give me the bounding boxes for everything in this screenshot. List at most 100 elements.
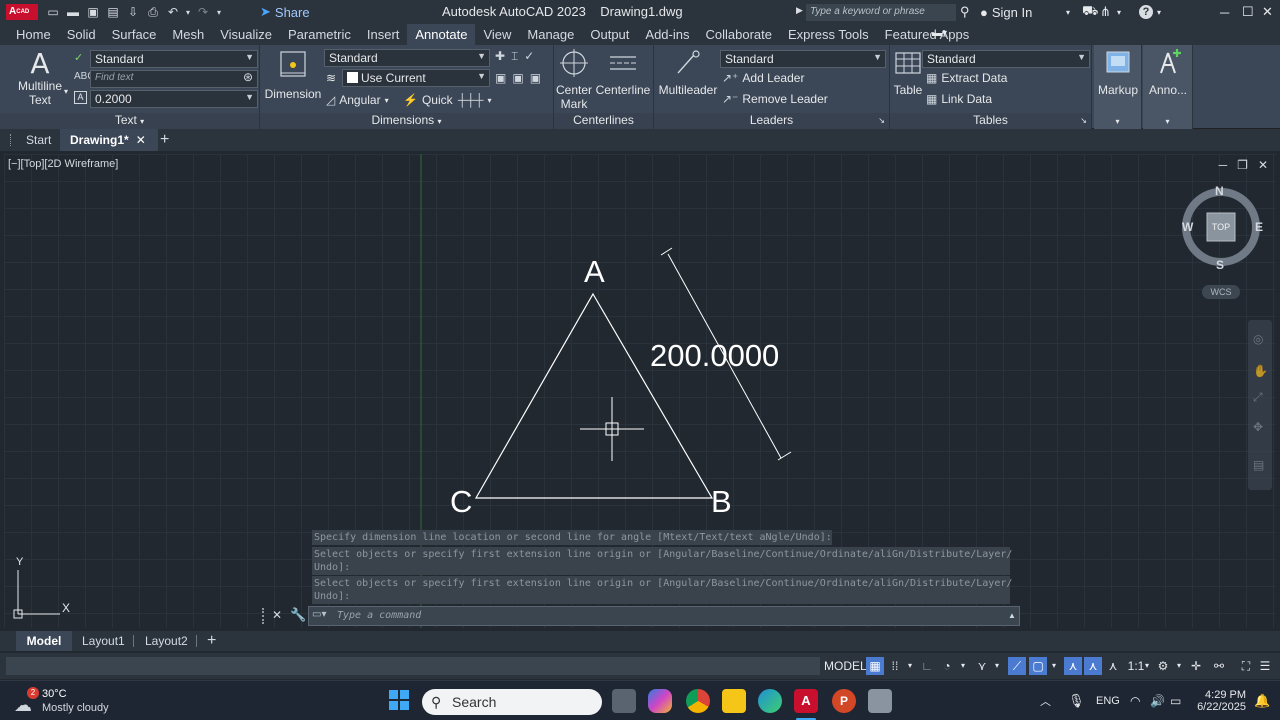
minimize-icon[interactable]: ─ <box>1220 3 1229 21</box>
clean-screen-icon[interactable]: ⛶ <box>1238 657 1254 675</box>
showmotion-icon[interactable]: ▤ <box>1253 458 1264 472</box>
link-data-button[interactable]: ▦ Link Data <box>926 92 992 106</box>
polar-dropdown-icon[interactable]: ▾ <box>958 657 968 675</box>
maximize-icon[interactable]: ☐ <box>1242 3 1254 21</box>
language-indicator[interactable]: ENG <box>1096 681 1120 720</box>
scale-dropdown-icon[interactable]: ▾ <box>1142 657 1152 675</box>
wcs-menu[interactable]: WCS <box>1202 285 1240 299</box>
tab-surface[interactable]: Surface <box>104 24 165 45</box>
zoom-extents-icon[interactable]: ⤢ <box>1253 390 1263 405</box>
save-icon[interactable]: ▣ <box>84 3 102 21</box>
compass-west[interactable]: W <box>1182 220 1193 234</box>
viewcube[interactable]: TOP N S W E <box>1180 184 1263 272</box>
undo-dropdown-icon[interactable]: ▾ <box>184 3 192 21</box>
text-height-select[interactable]: 0.2000 ▼ <box>90 90 258 108</box>
snap-mode-icon[interactable]: ⁞⁞ <box>888 657 902 675</box>
tab-featured-apps[interactable]: Featured Apps <box>877 24 978 45</box>
workspace-dropdown-icon[interactable]: ▾ <box>1174 657 1184 675</box>
continue-dimension-button[interactable]: ┼┼┼ ▾ <box>458 93 492 107</box>
multiline-text-dropdown-icon[interactable]: ▾ <box>64 87 68 96</box>
multileader-style-select[interactable]: Standard ▼ <box>720 50 886 68</box>
dimension-text[interactable]: 200.0000 <box>650 338 779 374</box>
new-file-icon[interactable]: ▭ <box>44 3 62 21</box>
edge-icon[interactable] <box>758 689 782 713</box>
steering-wheel-icon[interactable]: ◎ <box>1253 332 1263 346</box>
web-open-icon[interactable]: ⇩ <box>124 3 142 21</box>
app-dropdown-icon[interactable]: ▾ <box>1117 3 1121 21</box>
snap-dropdown-icon[interactable]: ▾ <box>905 657 915 675</box>
tab-insert[interactable]: Insert <box>359 24 408 45</box>
tab-manage[interactable]: Manage <box>519 24 582 45</box>
compass-east[interactable]: E <box>1255 220 1263 234</box>
compass-south[interactable]: S <box>1216 258 1224 272</box>
dimension-style-select[interactable]: Standard ▼ <box>324 49 490 67</box>
polar-tracking-icon[interactable]: ◔ <box>940 657 954 675</box>
ribbon-minimize-toggle-icon[interactable]: ▬▾ <box>932 28 948 40</box>
multileader-button[interactable]: Multileader <box>656 49 720 97</box>
centerline-button[interactable]: Centerline <box>594 49 652 97</box>
task-view-icon[interactable] <box>612 689 636 713</box>
tab-annotate[interactable]: Annotate <box>407 24 476 45</box>
update-icon[interactable]: ▣ <box>530 71 541 85</box>
anno-expand[interactable]: ▾ <box>1143 113 1192 129</box>
angular-button[interactable]: ◿ Angular ▾ <box>326 93 389 107</box>
save-as-icon[interactable]: ▤ <box>104 3 122 21</box>
tab-layout2[interactable]: Layout2 <box>145 631 188 651</box>
annotation-monitor-icon[interactable]: ✛ <box>1188 657 1204 675</box>
anno-button[interactable]: Anno... <box>1143 47 1193 97</box>
viewcube-top-face[interactable]: TOP <box>1208 222 1234 232</box>
customize-qat-icon[interactable]: ▾ <box>214 3 224 21</box>
autocad-taskbar-icon[interactable]: A <box>794 689 818 713</box>
object-snap-tracking-icon[interactable]: ⟋ <box>1008 657 1026 675</box>
volume-icon[interactable]: 🔊 <box>1150 681 1165 720</box>
redo-icon[interactable]: ↷ <box>194 3 212 21</box>
tab-model[interactable]: Model <box>16 631 72 651</box>
notification-bell-icon[interactable]: 🔔 <box>1254 681 1270 720</box>
markup-expand[interactable]: ▾ <box>1094 113 1141 129</box>
customization-menu-icon[interactable]: ☰ <box>1257 657 1273 675</box>
dimension-layer-select[interactable]: Use Current ▼ <box>342 69 490 87</box>
search-expand-icon[interactable]: ▶ <box>796 5 803 16</box>
grid-toggle-icon[interactable]: ▦ <box>866 657 884 675</box>
chrome-icon[interactable] <box>686 689 710 713</box>
add-leader-button[interactable]: ↗⁺ Add Leader <box>722 71 804 85</box>
tab-view[interactable]: View <box>475 24 519 45</box>
clock[interactable]: 4:29 PM 6/22/2025 <box>1197 681 1246 720</box>
new-layout-button[interactable]: + <box>207 631 216 651</box>
annotation-scale-icon[interactable]: ⋏ <box>1106 657 1120 675</box>
isodraft-dropdown-icon[interactable]: ▾ <box>992 657 1002 675</box>
pan-icon[interactable]: ✋ <box>1253 364 1268 378</box>
search-icon[interactable]: ⚲ <box>960 3 970 21</box>
tab-parametric[interactable]: Parametric <box>280 24 359 45</box>
command-customize-icon[interactable]: 🔧 <box>290 607 306 623</box>
dimensions-panel-title[interactable]: Dimensions ▾ <box>260 113 553 129</box>
text-angle-icon[interactable]: ▣ <box>512 71 523 85</box>
close-window-icon[interactable]: ✕ <box>1262 3 1273 21</box>
powerpoint-icon[interactable]: P <box>832 689 856 713</box>
extract-data-button[interactable]: ▦ Extract Data <box>926 71 1007 85</box>
center-mark-button[interactable]: Center Mark <box>554 49 594 111</box>
copilot-icon[interactable] <box>648 689 672 713</box>
annotation-visibility-icon[interactable]: ⋏ <box>1064 657 1082 675</box>
oblique-icon[interactable]: ▣ <box>495 71 506 85</box>
command-history-toggle-icon[interactable]: ▲ <box>1008 611 1016 620</box>
start-button[interactable] <box>389 690 409 710</box>
tab-mesh[interactable]: Mesh <box>164 24 212 45</box>
isolate-objects-icon[interactable]: ⚯ <box>1210 657 1228 675</box>
recent-commands-icon[interactable]: ▭▾ <box>312 609 326 620</box>
command-input[interactable]: Type a command <box>308 606 1020 626</box>
help-dropdown-icon[interactable]: ▾ <box>1157 3 1161 21</box>
leaders-panel-title[interactable]: Leaders ↘ <box>654 113 889 129</box>
command-line-grip-icon[interactable] <box>262 608 266 624</box>
tab-add-ins[interactable]: Add-ins <box>637 24 697 45</box>
object-snap-icon[interactable]: ▢ <box>1029 657 1047 675</box>
plot-icon[interactable]: ⎙ <box>144 3 162 21</box>
adjust-space-icon[interactable]: ⌶ <box>511 49 518 64</box>
triangle-abc[interactable] <box>474 292 714 499</box>
share-button[interactable]: ➤ Share <box>260 3 310 21</box>
tab-home[interactable]: Home <box>8 24 59 45</box>
tab-collaborate[interactable]: Collaborate <box>697 24 780 45</box>
app-icon[interactable] <box>868 689 892 713</box>
tab-solid[interactable]: Solid <box>59 24 104 45</box>
wifi-icon[interactable]: ◠ <box>1130 681 1140 720</box>
